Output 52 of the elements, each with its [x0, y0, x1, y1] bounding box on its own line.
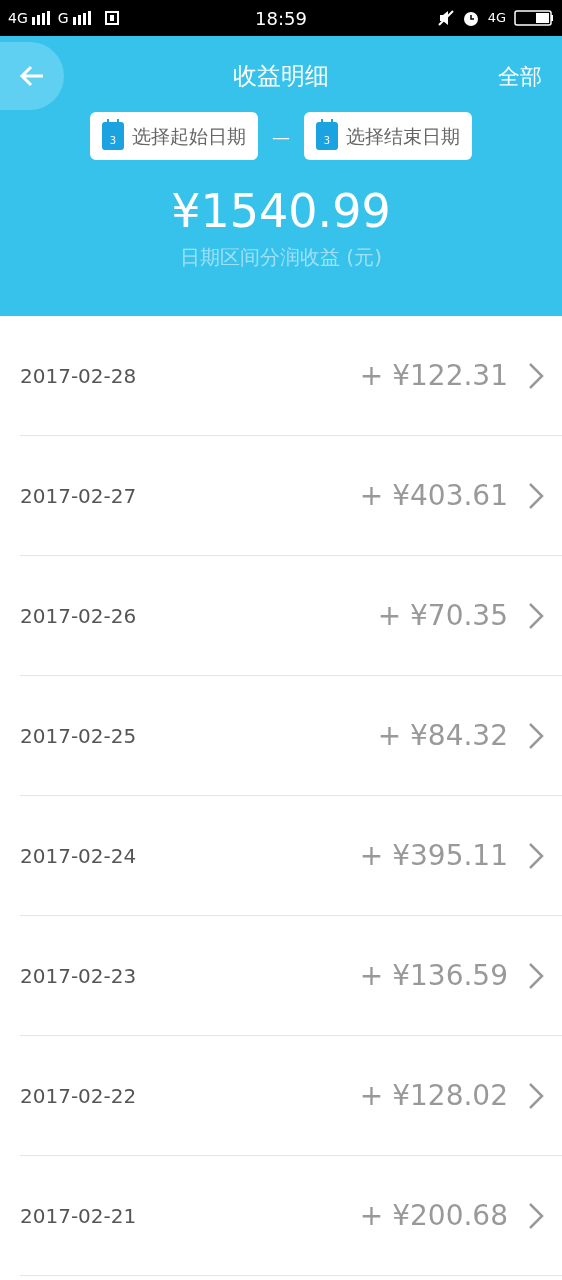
row-amount: + ¥128.02: [359, 1077, 508, 1114]
screenshot-icon: [102, 9, 121, 27]
chevron-right-icon: [528, 601, 544, 630]
row-date: 2017-02-24: [20, 842, 138, 870]
income-row[interactable]: 2017-02-26 + ¥70.35: [20, 556, 562, 676]
income-row[interactable]: 2017-02-23 + ¥136.59: [20, 916, 562, 1036]
row-date: 2017-02-28: [20, 362, 138, 390]
row-date: 2017-02-27: [20, 482, 138, 510]
row-amount: + ¥136.59: [359, 957, 508, 994]
chevron-right-icon: [528, 1081, 544, 1110]
row-amount: + ¥122.31: [359, 357, 508, 394]
chevron-right-icon: [528, 1201, 544, 1230]
row-amount: + ¥395.11: [359, 837, 508, 874]
total-amount: ¥1540.99: [170, 188, 392, 234]
total-caption: 日期区间分润收益 (元): [179, 244, 383, 271]
income-row[interactable]: 2017-02-27 + ¥403.61: [20, 436, 562, 556]
start-date-button[interactable]: 3 选择起始日期: [90, 112, 258, 160]
row-date: 2017-02-25: [20, 722, 138, 750]
income-row[interactable]: 2017-02-25 + ¥84.32: [20, 676, 562, 796]
income-row[interactable]: 2017-02-21 + ¥200.68: [20, 1156, 562, 1276]
mute-icon: [437, 10, 454, 26]
row-date: 2017-02-23: [20, 962, 138, 990]
income-row[interactable]: 2017-02-28 + ¥122.31: [20, 316, 562, 436]
chevron-right-icon: [528, 841, 544, 870]
chevron-right-icon: [528, 961, 544, 990]
row-amount: + ¥200.68: [359, 1197, 508, 1234]
end-date-button[interactable]: 3 选择结束日期: [304, 112, 472, 160]
row-date: 2017-02-22: [20, 1082, 138, 1110]
row-date: 2017-02-26: [20, 602, 138, 630]
income-row[interactable]: 2017-02-22 + ¥128.02: [20, 1036, 562, 1156]
alarm-icon: [461, 9, 480, 27]
battery-icon: [514, 9, 554, 27]
chevron-right-icon: [528, 721, 544, 750]
income-row[interactable]: 2017-02-24 + ¥395.11: [20, 796, 562, 916]
row-amount: + ¥70.35: [377, 597, 508, 634]
chevron-right-icon: [528, 361, 544, 390]
row-date: 2017-02-21: [20, 1202, 138, 1230]
signal-icon: [72, 11, 91, 25]
clock: 18:59: [254, 6, 308, 31]
signal-icon: [31, 11, 50, 25]
chevron-right-icon: [528, 481, 544, 510]
row-amount: + ¥403.61: [359, 477, 508, 514]
network-label: 4G: [8, 8, 28, 28]
back-arrow-icon: [19, 65, 45, 87]
network-label: G: [57, 8, 69, 28]
range-separator: —: [272, 124, 290, 149]
row-amount: + ¥84.32: [377, 717, 508, 754]
page-title: 收益明细: [233, 61, 329, 92]
network-label: 4G: [487, 9, 506, 28]
calendar-icon: 3: [316, 122, 338, 150]
calendar-icon: 3: [102, 122, 124, 150]
back-button[interactable]: [0, 42, 64, 110]
